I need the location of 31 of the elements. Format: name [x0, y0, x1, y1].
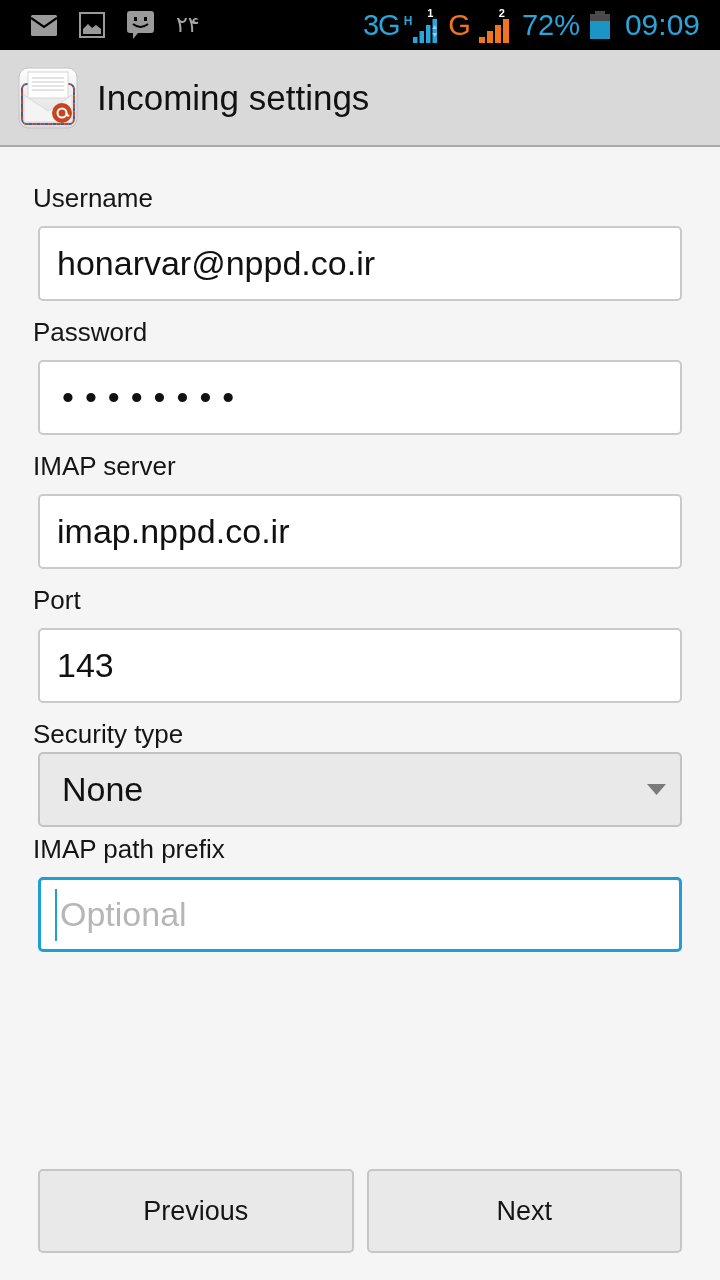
- next-button[interactable]: Next: [366, 1169, 682, 1253]
- password-field[interactable]: ••••••••: [38, 360, 682, 435]
- field-label: Password: [33, 317, 148, 347]
- dropdown[interactable]: None: [38, 752, 682, 827]
- status-text: ۲۴: [176, 12, 200, 38]
- sim-number: 2: [498, 8, 505, 19]
- network-type: G: [448, 8, 470, 42]
- envelope-icon: [18, 66, 78, 129]
- field-label: Security type: [33, 719, 184, 749]
- text-cursor-icon: [55, 888, 57, 941]
- network-type: 3G: [362, 8, 400, 42]
- field-label: Username: [33, 183, 153, 213]
- battery-icon: [589, 11, 610, 39]
- signal-icon: [478, 19, 509, 43]
- signal-icon: [413, 19, 438, 43]
- chat-bubble-icon: [127, 11, 154, 39]
- sim-number: 1: [427, 8, 434, 19]
- envelope-icon: [31, 14, 57, 36]
- screen-title: Incoming settings: [97, 77, 370, 118]
- field-label: IMAP server: [33, 451, 176, 481]
- network-mode: H: [403, 15, 413, 27]
- text-field[interactable]: 143: [38, 628, 682, 703]
- battery-percent: 72%: [521, 8, 580, 42]
- text-field[interactable]: imap.nppd.co.ir: [38, 494, 682, 569]
- text-field[interactable]: honarvar@nppd.co.ir: [38, 226, 682, 301]
- previous-button[interactable]: Previous: [38, 1169, 354, 1253]
- image-icon: [79, 12, 105, 38]
- clock-time: 09:09: [624, 8, 700, 42]
- field-label: IMAP path prefix: [33, 834, 225, 864]
- field-label: Port: [33, 585, 81, 615]
- caret-icon: [647, 784, 666, 795]
